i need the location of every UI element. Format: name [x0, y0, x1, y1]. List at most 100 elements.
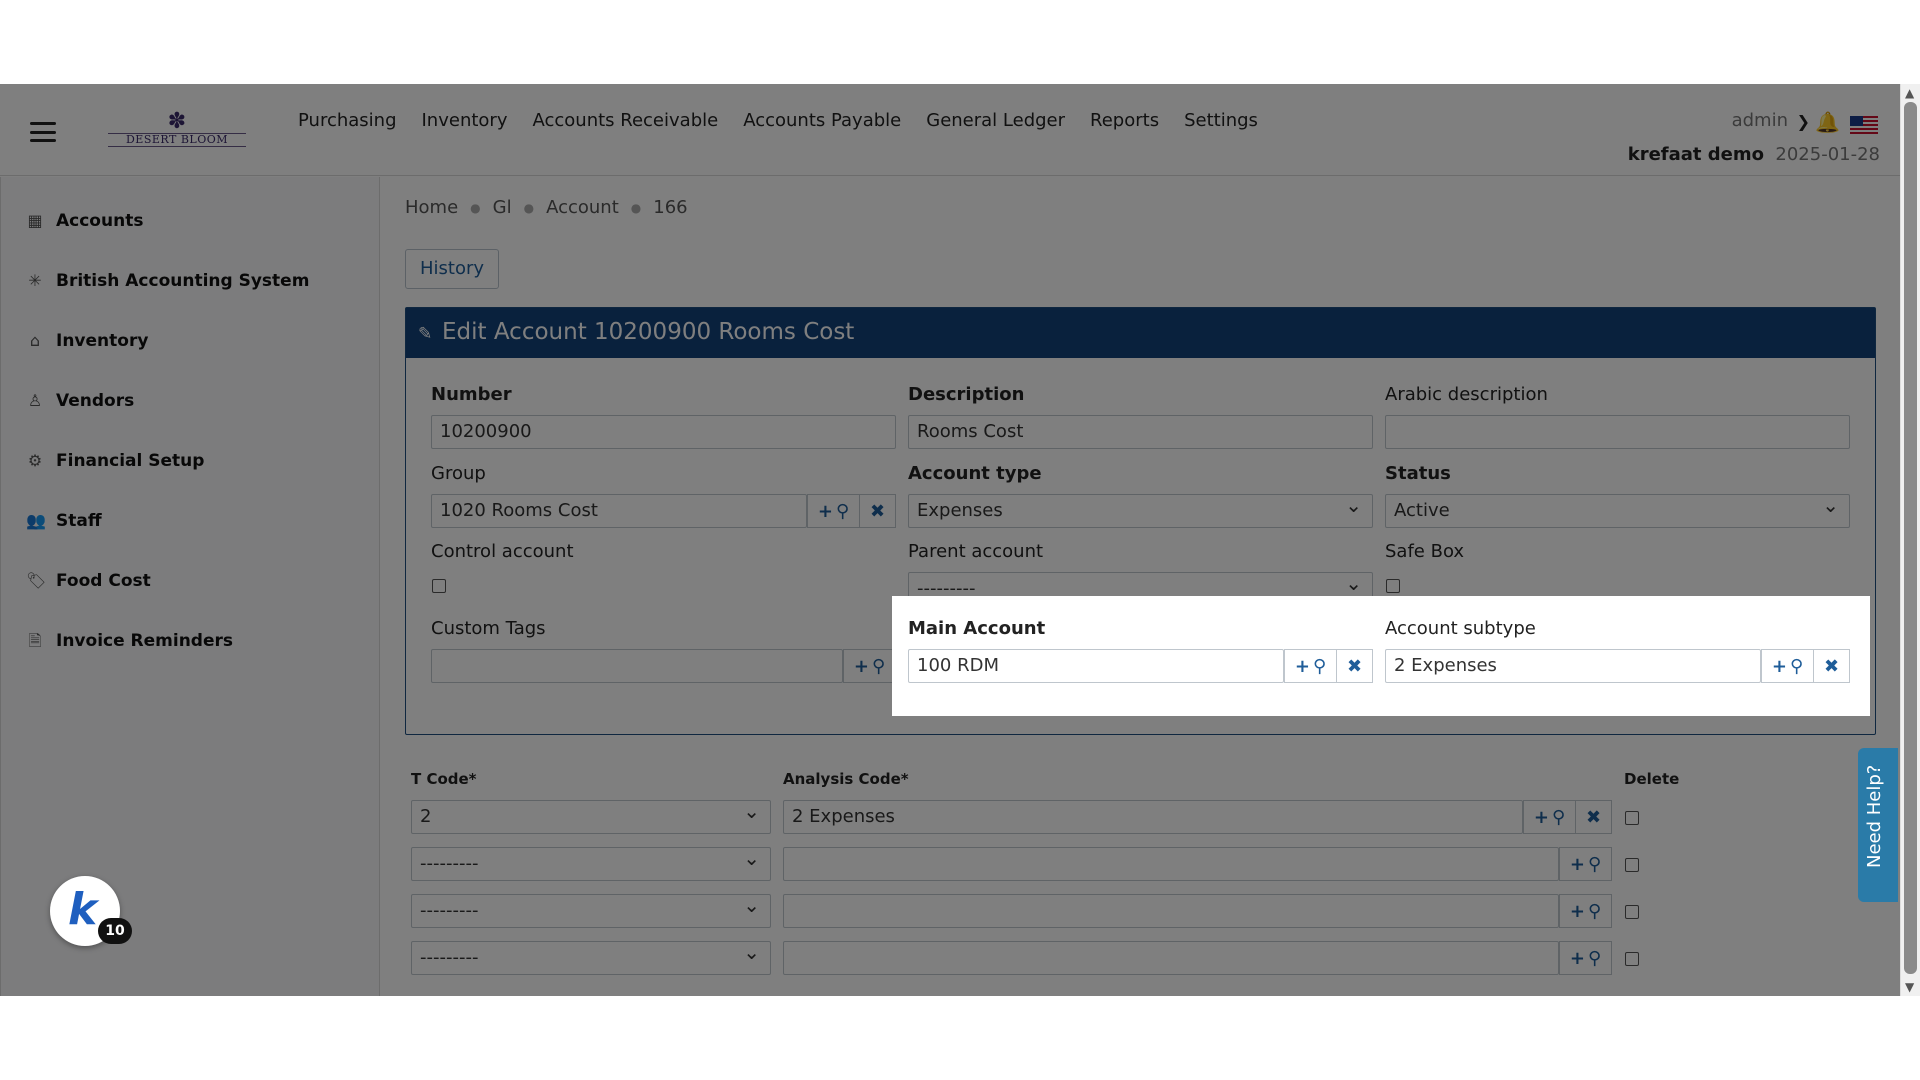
account-subtype-input[interactable]: 2 Expenses — [1385, 649, 1761, 683]
main-account-input[interactable]: 100 RDM — [908, 649, 1284, 683]
arabic-description-input[interactable] — [1385, 415, 1850, 449]
menu-accounts-payable[interactable]: Accounts Payable — [743, 110, 901, 131]
delete-checkbox[interactable] — [1625, 905, 1639, 919]
union-jack-icon: ✳ — [28, 271, 42, 290]
clear-button[interactable]: ✖ — [859, 495, 895, 527]
add-search-button[interactable]: + ⚲ — [1284, 650, 1336, 682]
add-search-button[interactable]: + ⚲ — [1523, 801, 1575, 833]
account-subtype-actions: + ⚲ ✖ — [1761, 649, 1850, 683]
notification-count-badge: 10 — [98, 918, 132, 944]
analysis-code-input[interactable] — [783, 894, 1559, 928]
add-search-button[interactable]: + ⚲ — [1559, 942, 1611, 974]
hamburger-menu-icon[interactable] — [30, 122, 56, 142]
main-content: Home ● Gl ● Account ● 166 History ✎ Edit… — [381, 177, 1900, 996]
group-input[interactable]: 1020 Rooms Cost — [431, 494, 807, 528]
breadcrumb-account[interactable]: Account — [546, 197, 619, 218]
account-type-label: Account type — [908, 463, 1042, 484]
analysis-code-actions: + ⚲ — [1559, 847, 1612, 881]
delete-checkbox[interactable] — [1625, 858, 1639, 872]
menu-accounts-receivable[interactable]: Accounts Receivable — [532, 110, 718, 131]
scrollbar-thumb[interactable] — [1904, 102, 1917, 974]
sidebar-item-invoice-reminders[interactable]: 🗎 Invoice Reminders — [26, 631, 233, 651]
bell-icon[interactable]: 🔔 — [1815, 110, 1840, 134]
breadcrumb-gl[interactable]: Gl — [493, 197, 512, 218]
plus-icon: + — [1569, 900, 1585, 922]
clear-button[interactable]: ✖ — [1575, 801, 1611, 833]
analysis-code-input[interactable] — [783, 847, 1559, 881]
panel-title: Edit Account 10200900 Rooms Cost — [442, 319, 855, 345]
arabic-description-label: Arabic description — [1385, 384, 1548, 405]
add-search-button[interactable]: + ⚲ — [1559, 848, 1611, 880]
clear-button[interactable]: ✖ — [1336, 650, 1372, 682]
user-menu[interactable]: admin — [1732, 110, 1788, 131]
breadcrumb-home[interactable]: Home — [405, 197, 458, 218]
assistant-launcher[interactable]: k 10 — [50, 876, 132, 946]
current-date: 2025-01-28 — [1775, 144, 1880, 165]
main-menu: Purchasing Inventory Accounts Receivable… — [298, 110, 1258, 131]
history-button[interactable]: History — [405, 249, 499, 289]
sidebar-item-financial-setup[interactable]: ⚙ Financial Setup — [26, 451, 205, 471]
menu-settings[interactable]: Settings — [1184, 110, 1258, 131]
menu-inventory[interactable]: Inventory — [422, 110, 508, 131]
description-input[interactable]: Rooms Cost — [908, 415, 1373, 449]
t-code-select[interactable]: --------- — [411, 847, 771, 881]
analysis-code-input[interactable]: 2 Expenses — [783, 800, 1523, 834]
search-icon: ⚲ — [835, 500, 850, 522]
t-code-select[interactable]: --------- — [411, 894, 771, 928]
sidebar-item-label: British Accounting System — [56, 271, 310, 291]
add-search-button[interactable]: + ⚲ — [1761, 650, 1813, 682]
sidebar-item-label: Financial Setup — [56, 451, 205, 471]
add-search-button[interactable]: + ⚲ — [1559, 895, 1611, 927]
search-icon: ⚲ — [1312, 655, 1327, 677]
sidebar-item-vendors[interactable]: ♙ Vendors — [26, 391, 134, 411]
sidebar-item-food-cost[interactable]: 🏷 Food Cost — [26, 571, 151, 591]
search-icon: ⚲ — [1551, 806, 1566, 828]
close-icon: ✖ — [1585, 806, 1602, 828]
parent-account-label: Parent account — [908, 541, 1044, 562]
k-logo-icon: k — [68, 884, 98, 935]
plus-icon: + — [1771, 655, 1787, 677]
menu-general-ledger[interactable]: General Ledger — [926, 110, 1065, 131]
group-actions: + ⚲ ✖ — [807, 494, 896, 528]
control-account-checkbox[interactable] — [432, 579, 446, 593]
number-input[interactable]: 10200900 — [431, 415, 896, 449]
delete-checkbox[interactable] — [1625, 811, 1639, 825]
safe-box-checkbox[interactable] — [1386, 579, 1400, 593]
sidebar-item-british-accounting-system[interactable]: ✳ British Accounting System — [26, 271, 309, 291]
add-search-button[interactable]: + ⚲ — [843, 650, 895, 682]
company-logo[interactable]: ✽ DESERT BLOOM — [106, 111, 248, 152]
account-type-select[interactable]: Expenses — [908, 494, 1373, 528]
custom-tags-actions: + ⚲ — [843, 649, 896, 683]
sidebar-item-inventory[interactable]: ⌂ Inventory — [26, 331, 149, 351]
search-icon: ⚲ — [871, 655, 886, 677]
close-icon: ✖ — [1823, 655, 1840, 677]
close-icon: ✖ — [869, 500, 886, 522]
add-search-button[interactable]: + ⚲ — [807, 495, 859, 527]
scroll-down-icon[interactable]: ▼ — [1905, 980, 1914, 994]
t-code-select[interactable]: --------- — [411, 941, 771, 975]
clear-button[interactable]: ✖ — [1813, 650, 1849, 682]
menu-purchasing[interactable]: Purchasing — [298, 110, 397, 131]
breadcrumb: Home ● Gl ● Account ● 166 — [405, 197, 688, 218]
custom-tags-input[interactable] — [431, 649, 843, 683]
users-icon: 👥 — [26, 511, 46, 530]
status-select[interactable]: Active — [1385, 494, 1850, 528]
scroll-up-icon[interactable]: ▲ — [1905, 86, 1914, 100]
chevron-down-icon[interactable]: ❯ — [1797, 112, 1810, 131]
menu-reports[interactable]: Reports — [1090, 110, 1159, 131]
plus-icon: + — [817, 500, 833, 522]
us-flag-icon[interactable] — [1850, 116, 1878, 134]
close-icon: ✖ — [1346, 655, 1363, 677]
sidebar-item-accounts[interactable]: ▦ Accounts — [26, 211, 143, 231]
delete-checkbox[interactable] — [1625, 952, 1639, 966]
t-code-select[interactable]: 2 — [411, 800, 771, 834]
tag-icon: 🏷 — [26, 571, 47, 590]
screen: ✽ DESERT BLOOM Purchasing Inventory Acco… — [0, 0, 1920, 1080]
vertical-scrollbar[interactable]: ▲ ▼ — [1900, 84, 1920, 996]
analysis-code-input[interactable] — [783, 941, 1559, 975]
sidebar-item-staff[interactable]: 👥 Staff — [26, 511, 102, 531]
company-name: krefaat demo — [1627, 144, 1764, 165]
control-account-label: Control account — [431, 541, 574, 562]
need-help-tab[interactable]: Need Help? — [1858, 748, 1898, 902]
sidebar-item-label: Invoice Reminders — [56, 631, 234, 651]
